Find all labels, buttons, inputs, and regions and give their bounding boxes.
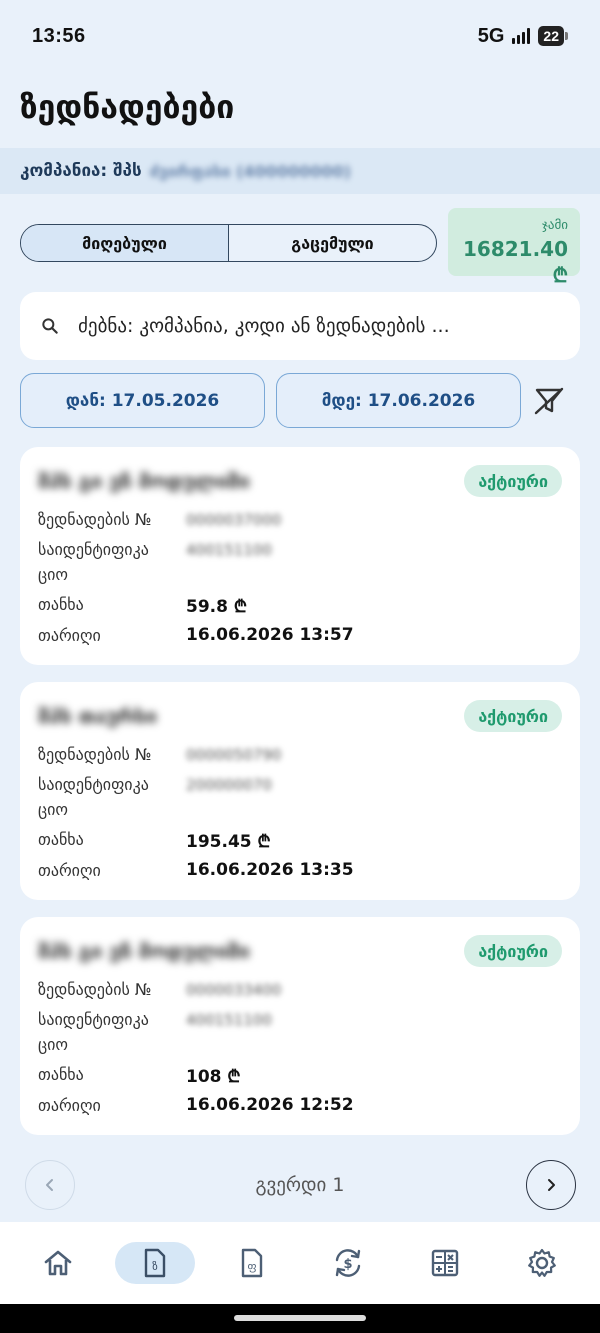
invoice-company: შპს გი ეჩ მოდულიში xyxy=(38,469,250,493)
id-label-line2: ციო xyxy=(38,1035,68,1054)
total-card: ჯამი 16821.40 ₾ xyxy=(448,208,580,287)
waybill-value: 0000037000 xyxy=(186,511,282,529)
next-page-button[interactable] xyxy=(526,1160,576,1210)
network-label: 5G xyxy=(477,24,505,47)
status-badge: აქტიური xyxy=(464,465,562,497)
amount-label: თანხა xyxy=(38,595,84,614)
nav-calculator[interactable] xyxy=(405,1242,485,1284)
id-value: 400151100 xyxy=(186,541,272,559)
id-value: 200000070 xyxy=(186,776,272,794)
date-to-button[interactable]: მდე: 17.06.2026 xyxy=(276,373,521,428)
search-input[interactable] xyxy=(78,315,560,337)
date-label: თარიღი xyxy=(38,861,101,880)
status-badge: აქტიური xyxy=(464,935,562,967)
nav-settings[interactable] xyxy=(502,1242,582,1284)
direction-tabs: მიღებული გაცემული xyxy=(20,224,437,262)
company-value: ძვირფასი (400000000) xyxy=(149,161,351,181)
waybill-label: ზედნადების № xyxy=(38,745,152,764)
amount-value: 59.8 ₾ xyxy=(186,597,247,617)
invoice-card[interactable]: შპს თაურსი აქტიური ზედნადების № 00000507… xyxy=(20,682,580,900)
amount-label: თანხა xyxy=(38,1065,84,1084)
svg-text:ზ: ზ xyxy=(152,1260,158,1273)
invoice-icon: ზ xyxy=(144,1248,166,1278)
nav-documents[interactable]: ფ xyxy=(212,1242,292,1284)
id-label-line1: საიდენტიფიკა xyxy=(38,1010,149,1029)
waybill-label: ზედნადების № xyxy=(38,980,152,999)
total-value: 16821.40 ₾ xyxy=(462,237,568,287)
nav-exchange[interactable]: $ xyxy=(308,1242,388,1284)
home-indicator[interactable] xyxy=(234,1315,366,1321)
status-badge: აქტიური xyxy=(464,700,562,732)
svg-text:$: $ xyxy=(344,1257,353,1272)
id-value: 400151100 xyxy=(186,1011,272,1029)
tab-issued[interactable]: გაცემული xyxy=(229,225,436,261)
nav-invoices[interactable]: ზ xyxy=(114,1242,195,1284)
amount-value: 195.45 ₾ xyxy=(186,832,271,852)
date-label: თარიღი xyxy=(38,626,101,645)
id-label-line1: საიდენტიფიკა xyxy=(38,775,149,794)
bottom-nav: ზ ფ $ xyxy=(0,1222,600,1304)
signal-icon xyxy=(512,28,531,44)
amount-value: 108 ₾ xyxy=(186,1067,241,1087)
system-home-bar xyxy=(0,1304,600,1333)
total-label: ჯამი xyxy=(541,218,568,233)
search-icon xyxy=(42,318,58,334)
company-strip: კომპანია: შპს ძვირფასი (400000000) xyxy=(0,148,600,194)
page-title: ზედნადებები xyxy=(20,88,235,126)
svg-text:ფ: ფ xyxy=(247,1260,256,1273)
chevron-right-icon xyxy=(548,1179,555,1191)
tab-received[interactable]: მიღებული xyxy=(21,225,229,261)
clear-filter-icon[interactable] xyxy=(533,386,565,416)
invoice-card[interactable]: შპს გი ეჩ მოდულიში აქტიური ზედნადების № … xyxy=(20,447,580,665)
company-label: კომპანია: შპს xyxy=(20,161,142,181)
status-bar: 13:56 5G 22 xyxy=(0,0,600,72)
document-icon: ფ xyxy=(241,1248,262,1278)
home-icon xyxy=(45,1250,72,1276)
exchange-icon: $ xyxy=(336,1249,361,1277)
calculator-icon xyxy=(431,1249,459,1277)
pagination: გვერდი 1 xyxy=(0,1160,600,1212)
status-icons: 5G 22 xyxy=(478,25,568,48)
date-value: 16.06.2026 12:52 xyxy=(186,1095,354,1115)
battery-icon: 22 xyxy=(538,26,568,46)
id-label-line2: ციო xyxy=(38,565,68,584)
page-label: გვერდი 1 xyxy=(255,1174,345,1196)
date-value: 16.06.2026 13:35 xyxy=(186,860,354,880)
waybill-value: 0000050790 xyxy=(186,746,282,764)
amount-label: თანხა xyxy=(38,830,84,849)
status-time: 13:56 xyxy=(32,24,86,47)
nav-home[interactable] xyxy=(18,1242,98,1284)
settings-icon xyxy=(527,1248,556,1277)
invoice-company: შპს გი ეჩ მოდულიში xyxy=(38,939,250,963)
invoice-company: შპს თაურსი xyxy=(38,704,158,728)
waybill-value: 0000033400 xyxy=(186,981,282,999)
id-label-line2: ციო xyxy=(38,800,68,819)
id-label-line1: საიდენტიფიკა xyxy=(38,540,149,559)
waybill-label: ზედნადების № xyxy=(38,510,152,529)
date-from-button[interactable]: დან: 17.05.2026 xyxy=(20,373,265,428)
invoice-card[interactable]: შპს გი ეჩ მოდულიში აქტიური ზედნადების № … xyxy=(20,917,580,1135)
date-value: 16.06.2026 13:57 xyxy=(186,625,354,645)
battery-level: 22 xyxy=(538,26,564,46)
date-label: თარიღი xyxy=(38,1096,101,1115)
search-bar xyxy=(20,292,580,360)
